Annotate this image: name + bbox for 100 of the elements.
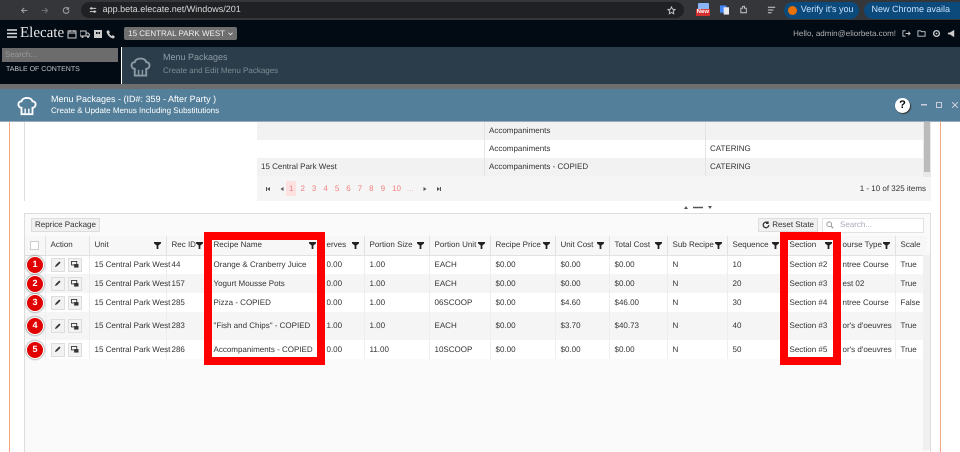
column-header[interactable]: Unit <box>94 239 109 252</box>
filter-icon[interactable] <box>416 242 424 249</box>
table-cell: Section #5 <box>790 344 828 354</box>
column-header[interactable]: Scale <box>900 239 921 252</box>
select-all-checkbox[interactable] <box>30 240 40 250</box>
first-page-icon[interactable] <box>265 186 271 192</box>
table-cell: 0.00 <box>326 298 342 306</box>
filter-icon[interactable] <box>772 242 778 249</box>
column-header[interactable]: Recipe Price <box>496 239 541 252</box>
column-header[interactable]: Recipe Name <box>214 239 262 252</box>
forward-icon[interactable] <box>41 6 50 14</box>
step-marker: 5 <box>26 340 44 358</box>
column-header[interactable]: Action <box>50 239 73 252</box>
table-cell: N <box>672 344 678 354</box>
scrollbar-track[interactable] <box>923 255 930 450</box>
table-cell: N <box>672 298 678 306</box>
address-bar[interactable]: app.beta.elecate.net/Windows/201 <box>80 2 684 18</box>
megaphone-icon[interactable] <box>947 29 956 38</box>
minimize-icon[interactable] <box>921 104 927 106</box>
site-info-icon <box>88 6 97 14</box>
pager-summary: 1 - 10 of 325 items <box>860 182 926 194</box>
edit-button[interactable] <box>50 342 64 356</box>
truck-icon[interactable] <box>80 28 90 38</box>
filter-icon[interactable] <box>654 242 662 249</box>
app-logo: Elecate <box>20 24 64 44</box>
star-icon[interactable] <box>666 6 676 14</box>
column-header[interactable]: Unit Cost <box>560 239 594 252</box>
phone-icon[interactable] <box>106 28 116 38</box>
table-cell: $0.00 <box>560 278 581 288</box>
substitute-button[interactable] <box>68 319 82 333</box>
filter-icon[interactable] <box>196 242 203 249</box>
column-header[interactable]: Rec ID <box>172 239 196 252</box>
folder-icon[interactable] <box>917 29 926 38</box>
logout-icon[interactable] <box>902 29 911 38</box>
filter-icon[interactable] <box>478 242 484 249</box>
search-icon <box>826 221 834 229</box>
step-marker: 3 <box>26 294 44 312</box>
reload-icon[interactable] <box>62 6 71 14</box>
edit-button[interactable] <box>50 258 64 272</box>
filter-icon[interactable] <box>154 242 160 249</box>
profile-chip[interactable]: Verify it's you <box>784 2 860 18</box>
edit-button[interactable] <box>50 319 64 333</box>
column-header[interactable]: erves <box>326 239 346 252</box>
table-cell: Pizza - COPIED <box>214 298 271 306</box>
reset-state-button[interactable]: Reset State <box>758 218 818 232</box>
location-dropdown[interactable]: 15 CENTRAL PARK WEST <box>124 27 238 40</box>
maximize-icon[interactable] <box>936 102 942 108</box>
pencil-icon <box>54 299 61 306</box>
edit-button[interactable] <box>50 276 64 290</box>
column-header[interactable]: ourse Type <box>842 239 882 252</box>
substitute-button[interactable] <box>68 276 82 290</box>
media-icon[interactable] <box>766 5 776 15</box>
filter-icon[interactable] <box>596 242 604 249</box>
table-cell: True <box>900 260 917 269</box>
table-cell: 15 Central Park West <box>261 161 337 173</box>
reprice-package-button[interactable]: Reprice Package <box>31 218 100 232</box>
help-button[interactable]: ? <box>895 98 910 112</box>
page-title: Menu Packages <box>163 51 229 63</box>
puzzle-icon[interactable] <box>739 5 749 15</box>
column-header[interactable]: Total Cost <box>614 239 650 252</box>
building-icon[interactable] <box>93 28 104 38</box>
filter-icon[interactable] <box>352 242 358 249</box>
filter-icon[interactable] <box>308 242 316 249</box>
table-cell: 1.00 <box>370 298 386 306</box>
column-header[interactable]: Sub Recipe <box>672 239 714 252</box>
translate-icon[interactable] <box>720 5 730 15</box>
table-cell: or's d'oeuvres <box>842 344 892 354</box>
filter-icon[interactable] <box>542 242 550 249</box>
scrollbar-track[interactable] <box>923 122 931 177</box>
column-header[interactable]: Sequence <box>732 239 769 252</box>
column-header[interactable]: Portion Size <box>370 239 413 252</box>
filter-icon[interactable] <box>882 242 890 249</box>
settings-icon[interactable] <box>932 29 941 38</box>
table-cell: 1.00 <box>370 260 386 269</box>
table-cell: Section #3 <box>790 278 828 288</box>
filter-icon[interactable] <box>714 242 722 249</box>
table-cell: Accompaniments <box>489 125 550 137</box>
splitter-handle-icon[interactable] <box>682 204 712 210</box>
table-cell: Accompaniments - COPIED <box>214 344 313 354</box>
column-header[interactable]: Section <box>790 239 816 252</box>
substitute-button[interactable] <box>68 342 82 356</box>
update-chip[interactable]: New Chrome availa <box>864 2 960 18</box>
next-page-icon[interactable] <box>422 186 428 192</box>
back-icon[interactable] <box>20 6 28 14</box>
table-cell: 20 <box>732 278 742 288</box>
previous-page-icon[interactable] <box>279 186 285 192</box>
edit-button[interactable] <box>50 296 64 310</box>
table-cell: 15 Central Park West <box>94 344 170 354</box>
calendar-icon[interactable] <box>67 28 78 38</box>
close-icon[interactable] <box>952 102 958 108</box>
substitute-button[interactable] <box>68 258 82 272</box>
last-page-icon[interactable] <box>436 186 442 192</box>
substitute-button[interactable] <box>68 296 82 310</box>
table-cell: ntree Course <box>842 260 889 269</box>
scrollbar-thumb[interactable] <box>924 122 930 172</box>
filter-icon[interactable] <box>824 242 832 249</box>
table-cell: N <box>672 278 678 288</box>
pencil-icon <box>54 322 61 330</box>
column-header[interactable]: Portion Unit <box>434 239 476 252</box>
menu-icon[interactable] <box>7 29 17 38</box>
